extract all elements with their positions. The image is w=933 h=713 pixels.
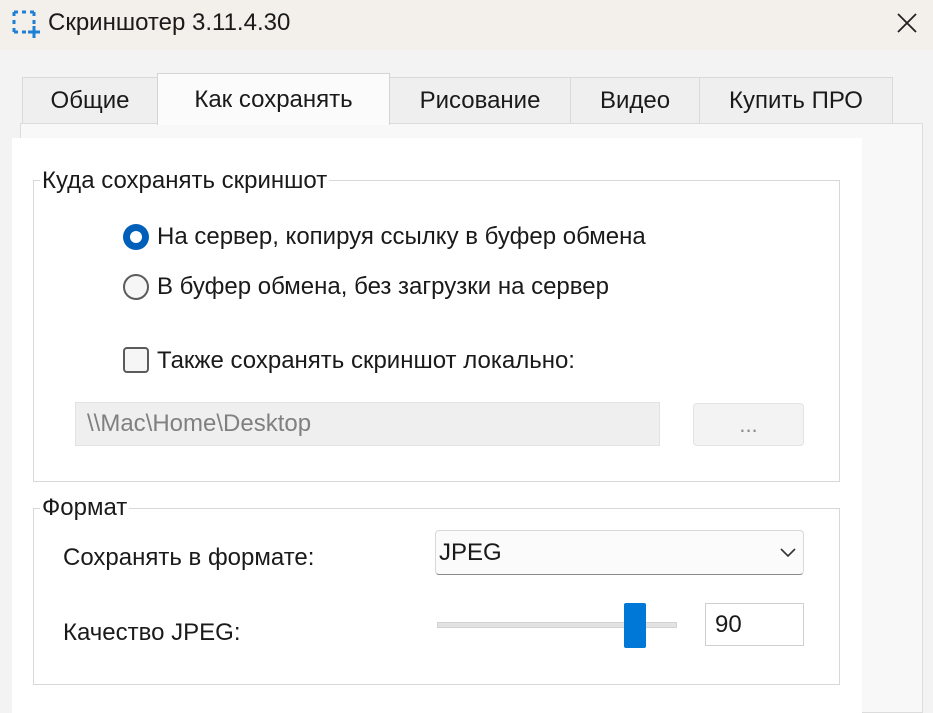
- tab-label: Видео: [599, 86, 671, 114]
- tab-save-settings[interactable]: Как сохранять: [157, 73, 390, 125]
- jpeg-quality-label: Качество JPEG:: [63, 619, 241, 646]
- title-bar: Скриншотер 3.11.4.30: [0, 0, 933, 50]
- screenshot-frame-icon: [12, 10, 40, 38]
- tab-label: Как сохранять: [194, 85, 353, 113]
- format-select[interactable]: JPEG: [435, 530, 804, 575]
- jpeg-quality-slider-thumb[interactable]: [624, 603, 646, 648]
- jpeg-quality-input[interactable]: 90: [705, 603, 804, 646]
- save-location-group-label: Куда сохранять скриншот: [40, 167, 330, 195]
- chevron-down-icon: [780, 548, 796, 558]
- radio-clipboard-only-label[interactable]: В буфер обмена, без загрузки на сервер: [157, 272, 609, 302]
- tab-general[interactable]: Общие: [22, 77, 158, 123]
- radio-server-copy-link[interactable]: [123, 224, 149, 250]
- close-icon: [896, 13, 917, 33]
- format-label: Сохранять в формате:: [63, 544, 315, 571]
- tab-buy-pro[interactable]: Купить ПРО: [699, 77, 893, 123]
- format-select-value: JPEG: [439, 539, 502, 566]
- browse-button[interactable]: ...: [693, 403, 804, 446]
- window-title: Скриншотер 3.11.4.30: [48, 9, 291, 36]
- save-locally-checkbox[interactable]: [123, 347, 149, 373]
- tab-video[interactable]: Видео: [570, 77, 700, 123]
- browse-button-label: ...: [739, 411, 758, 437]
- tab-drawing[interactable]: Рисование: [389, 77, 571, 123]
- save-path-field[interactable]: [75, 402, 660, 446]
- format-group-label: Формат: [40, 494, 130, 522]
- radio-clipboard-only[interactable]: [123, 274, 149, 300]
- radio-server-copy-link-label[interactable]: На сервер, копируя ссылку в буфер обмена: [157, 222, 646, 252]
- save-locally-label[interactable]: Также сохранять скриншот локально:: [157, 346, 575, 376]
- close-button[interactable]: [880, 0, 933, 46]
- tab-label: Купить ПРО: [729, 86, 863, 114]
- tab-label: Рисование: [419, 86, 541, 114]
- tab-label: Общие: [50, 86, 130, 114]
